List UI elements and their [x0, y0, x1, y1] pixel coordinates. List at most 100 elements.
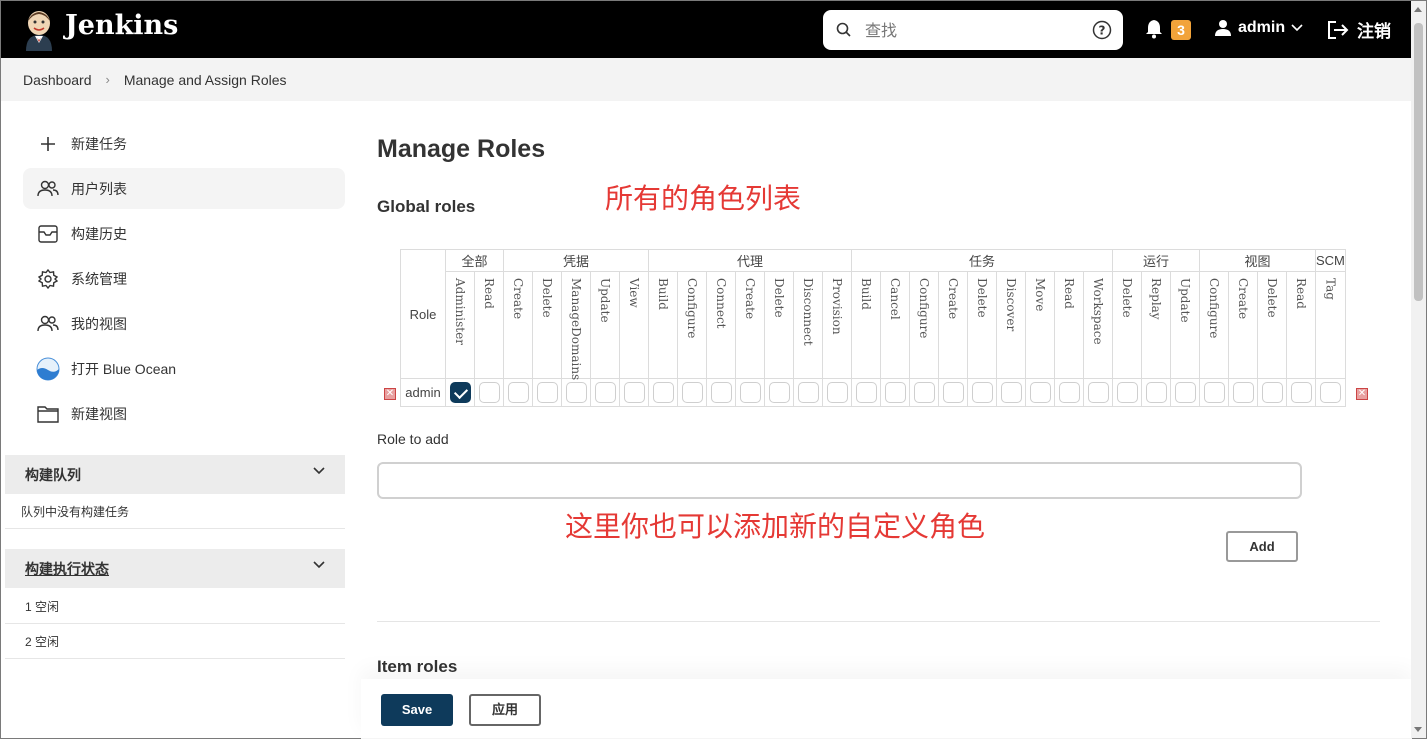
permission-group-header: SCM: [1315, 249, 1346, 272]
annotation-role-list: 所有的角色列表: [605, 182, 802, 215]
notification-badge[interactable]: 3: [1171, 20, 1191, 40]
permission-checkbox[interactable]: [1232, 382, 1254, 403]
permission-cell: [851, 378, 881, 407]
sidebar-item-label: 构建历史: [71, 225, 127, 242]
permission-checkbox[interactable]: [855, 382, 877, 403]
breadcrumb-current[interactable]: Manage and Assign Roles: [124, 72, 287, 88]
permission-checkbox[interactable]: [1116, 382, 1138, 403]
permission-header: Disconnect: [793, 271, 823, 379]
permission-checkbox[interactable]: [913, 382, 935, 403]
permission-label: Configure: [1207, 278, 1221, 339]
permission-cell: [967, 378, 997, 407]
permission-label: Update: [598, 278, 612, 323]
permission-checkbox[interactable]: [1000, 382, 1022, 403]
permission-checkbox[interactable]: [565, 382, 587, 403]
permission-checkbox[interactable]: [1145, 382, 1167, 403]
permission-label: Connect: [714, 278, 728, 329]
executor-row: 2 空闲: [5, 624, 345, 659]
scroll-up-icon[interactable]: [1414, 7, 1422, 12]
brand-name[interactable]: Jenkins: [65, 10, 178, 41]
permission-header: Read: [474, 271, 504, 379]
permission-checkbox[interactable]: [1290, 382, 1312, 403]
permission-checkbox[interactable]: [449, 382, 471, 403]
permission-checkbox[interactable]: [768, 382, 790, 403]
sidebar-item-build-history[interactable]: 构建历史: [23, 213, 345, 254]
permission-checkbox[interactable]: [942, 382, 964, 403]
sidebar-item-blue-ocean[interactable]: 打开 Blue Ocean: [23, 348, 345, 389]
permission-header: Workspace: [1083, 271, 1113, 379]
chevron-down-icon[interactable]: [313, 561, 325, 569]
permission-checkbox[interactable]: [884, 382, 906, 403]
search-box[interactable]: ?: [823, 10, 1123, 50]
scroll-down-icon[interactable]: [1414, 727, 1422, 732]
permission-label: Administer: [453, 278, 467, 345]
add-role-button[interactable]: Add: [1226, 531, 1298, 562]
permission-checkbox[interactable]: [1029, 382, 1051, 403]
permission-checkbox[interactable]: [507, 382, 529, 403]
permission-label: View: [627, 278, 641, 308]
permission-label: Create: [511, 278, 525, 320]
global-roles-table: Role 全部 凭据 代理 任务 运行 视图 SCM Administer Read Creat…: [400, 249, 1346, 407]
page-title: Manage Roles: [377, 135, 546, 163]
sidebar-item-label: 打开 Blue Ocean: [71, 360, 177, 377]
permission-header: Create: [938, 271, 968, 379]
executors-header[interactable]: 构建执行状态: [5, 549, 345, 588]
top-header: Jenkins ? 3 admin 注销: [1, 1, 1412, 58]
permission-checkbox[interactable]: [826, 382, 848, 403]
sidebar-item-manage[interactable]: 系统管理: [23, 258, 345, 299]
executors-title[interactable]: 构建执行状态: [25, 559, 109, 579]
scrollbar-thumb[interactable]: [1414, 23, 1423, 301]
permission-checkbox[interactable]: [1174, 382, 1196, 403]
permission-checkbox[interactable]: [652, 382, 674, 403]
sidebar-item-my-views[interactable]: 我的视图: [23, 303, 345, 344]
permission-cell: [1315, 378, 1346, 407]
permission-checkbox[interactable]: [1203, 382, 1225, 403]
bell-icon[interactable]: [1145, 19, 1163, 39]
save-button[interactable]: Save: [381, 694, 453, 726]
permission-checkbox[interactable]: [797, 382, 819, 403]
permission-header: Connect: [706, 271, 736, 379]
user-menu[interactable]: admin: [1214, 19, 1303, 37]
sidebar-item-new-view[interactable]: 新建视图: [23, 393, 345, 434]
delete-row-icon[interactable]: ✕: [1356, 388, 1368, 400]
sidebar-item-label: 新建任务: [71, 135, 127, 152]
scrollbar[interactable]: [1411, 1, 1426, 738]
breadcrumb-dashboard[interactable]: Dashboard: [23, 72, 92, 88]
search-icon: [836, 22, 851, 37]
logout-link[interactable]: 注销: [1327, 17, 1391, 42]
users-icon: [35, 312, 61, 336]
chevron-down-icon[interactable]: [313, 467, 325, 475]
role-to-add-input[interactable]: [377, 462, 1302, 499]
permission-group-header: 运行: [1112, 249, 1200, 272]
permission-checkbox[interactable]: [623, 382, 645, 403]
permission-checkbox[interactable]: [710, 382, 732, 403]
delete-row-icon[interactable]: ✕: [384, 388, 396, 400]
permission-checkbox[interactable]: [1087, 382, 1109, 403]
permission-cell: [445, 378, 475, 407]
permission-header: Discover: [996, 271, 1026, 379]
permission-checkbox[interactable]: [1058, 382, 1080, 403]
permission-checkbox[interactable]: [681, 382, 703, 403]
permission-checkbox[interactable]: [1319, 382, 1341, 403]
jenkins-logo-icon[interactable]: [21, 9, 57, 51]
permission-checkbox[interactable]: [536, 382, 558, 403]
permission-checkbox[interactable]: [478, 382, 500, 403]
sidebar-item-users[interactable]: 用户列表: [23, 168, 345, 209]
build-queue-header[interactable]: 构建队列: [5, 455, 345, 494]
apply-button[interactable]: 应用: [469, 694, 541, 726]
help-icon[interactable]: ?: [1092, 20, 1112, 40]
search-input[interactable]: [863, 18, 1073, 42]
permission-header: Configure: [909, 271, 939, 379]
permission-checkbox[interactable]: [739, 382, 761, 403]
permission-checkbox[interactable]: [594, 382, 616, 403]
permission-label: Workspace: [1091, 278, 1105, 345]
permission-label: Read: [1062, 278, 1076, 309]
permission-checkbox[interactable]: [1261, 382, 1283, 403]
permission-cell: [996, 378, 1026, 407]
permission-label: Configure: [685, 278, 699, 339]
sidebar-item-new-job[interactable]: 新建任务: [23, 123, 345, 164]
permission-label: Discover: [1004, 278, 1018, 332]
users-icon: [35, 177, 61, 201]
permission-checkbox[interactable]: [971, 382, 993, 403]
permission-group-header: 视图: [1199, 249, 1316, 272]
